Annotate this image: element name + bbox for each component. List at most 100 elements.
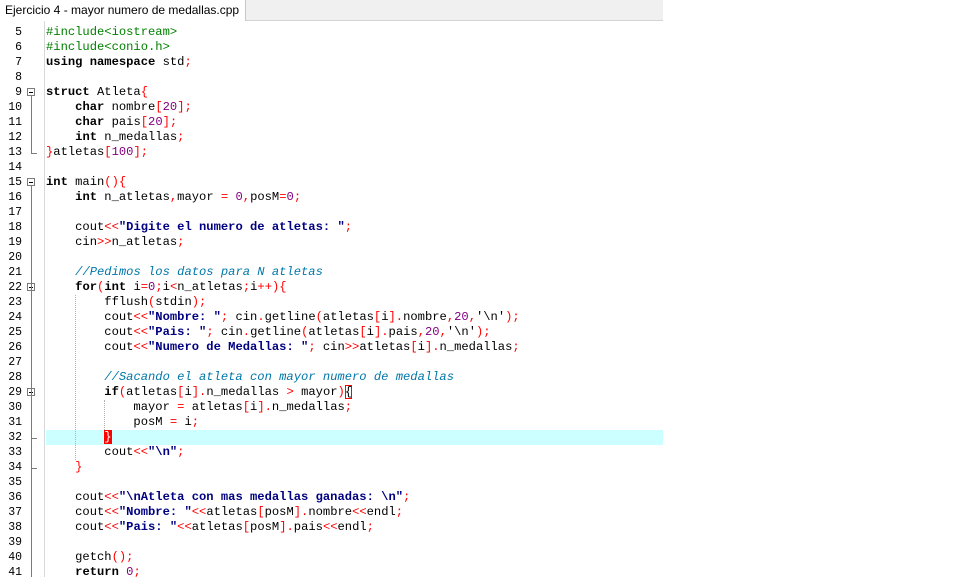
code-line[interactable]: char pais[20]; [46,115,663,130]
line-number: 37 [8,506,22,519]
code-line[interactable]: #include<conio.h> [46,40,663,55]
gutter-line: 13 [0,145,44,160]
code-line[interactable]: cout<<"Nombre: "<<atletas[posM].nombre<<… [46,505,663,520]
code-token: } [104,430,112,444]
code-line[interactable]: using namespace std; [46,55,663,70]
code-token: << [133,325,149,339]
code-line[interactable]: }atletas[100]; [46,145,663,160]
code-token: #include<conio.h> [46,40,170,54]
gutter-line: 14 [0,160,44,175]
code-token: int [75,130,98,144]
code-line[interactable] [46,70,663,85]
code-token: [ [155,100,163,114]
code-line[interactable]: int main(){ [46,175,663,190]
code-line[interactable] [46,355,663,370]
code-line[interactable]: mayor = atletas[i].n_medallas; [46,400,663,415]
code-token: , [439,325,447,339]
code-token: Atleta [89,85,141,99]
code-line[interactable] [46,250,663,265]
code-line-current[interactable]: } [46,430,663,445]
line-number: 38 [8,521,22,534]
code-editor[interactable]: Ejercicio 4 - mayor numero de medallas.c… [0,0,663,580]
code-line[interactable]: posM = i; [46,415,663,430]
gutter-line: 19 [0,235,44,250]
code-line[interactable]: getch(); [46,550,663,565]
gutter-line: 25 [0,325,44,340]
code-line[interactable]: } [46,460,663,475]
code-token: { [344,385,353,399]
code-token: n_medallas [206,385,287,399]
code-token: ]. [424,340,440,354]
code-token: << [133,310,149,324]
code-line[interactable] [46,160,663,175]
line-number: 28 [8,371,22,384]
code-line[interactable]: struct Atleta{ [46,85,663,100]
code-line[interactable] [46,535,663,550]
line-number: 7 [15,56,22,69]
code-area[interactable]: #include<iostream> #include<conio.h> using… [46,21,663,580]
gutter-line: 35 [0,475,44,490]
code-line[interactable]: cout<<"Pais: "; cin.getline(atletas[i].p… [46,325,663,340]
code-line[interactable] [46,205,663,220]
code-token: using namespace [46,55,156,69]
fold-toggle-icon[interactable] [27,88,35,96]
code-line[interactable]: cout<<"Pais: "<<atletas[posM].pais<<endl… [46,520,663,535]
line-number: 8 [15,71,22,84]
code-token: posM [46,415,170,429]
gutter-line: 28 [0,370,44,385]
code-token: ]. [257,400,272,414]
code-token: ]. [388,310,404,324]
code-line[interactable]: int n_medallas; [46,130,663,145]
gutter-line: 38 [0,520,44,535]
code-token: = [140,280,149,294]
fold-end-marker [31,468,37,469]
line-number: 40 [8,551,22,564]
code-token: . [257,310,265,324]
code-line[interactable]: //Sacando el atleta con mayor numero de … [46,370,663,385]
code-line[interactable]: for(int i=0;i<n_atletas;i++){ [46,280,663,295]
line-number: 23 [8,296,22,309]
code-token: ; [366,520,374,534]
code-line[interactable]: #include<iostream> [46,25,663,40]
code-token: int [75,190,98,204]
gutter-line: 27 [0,355,44,370]
code-token: char [75,115,105,129]
code-token: 20 [162,100,178,114]
gutter-line: 23 [0,295,44,310]
code-token: ; [184,55,192,69]
code-line[interactable] [46,475,663,490]
tab-file[interactable]: Ejercicio 4 - mayor numero de medallas.c… [0,0,247,21]
code-line[interactable]: cin>>n_atletas; [46,235,663,250]
code-token: [ [140,115,149,129]
gutter-line: 37 [0,505,44,520]
gutter-line: 40 [0,550,44,565]
fold-toggle-icon[interactable] [27,178,35,186]
code-token: i [381,310,389,324]
code-line[interactable]: cout<<"Nombre: "; cin.getline(atletas[i]… [46,310,663,325]
code-token: nombre [104,100,156,114]
line-number: 35 [8,476,22,489]
line-number: 33 [8,446,22,459]
gutter-line: 16 [0,190,44,205]
gutter-line: 22 [0,280,44,295]
code-line[interactable]: if(atletas[i].n_medallas > mayor){ [46,385,663,400]
line-number: 18 [8,221,22,234]
code-token: pais [293,520,323,534]
code-token: atletas [191,520,243,534]
code-token: n_atletas [177,280,243,294]
line-number: 34 [8,461,22,474]
code-token: = [279,190,287,204]
fold-end-marker [31,153,37,154]
code-line[interactable]: //Pedimos los datos para N atletas [46,265,663,280]
code-line[interactable]: return 0; [46,565,663,580]
line-number: 25 [8,326,22,339]
code-line[interactable]: cout<<"Numero de Medallas: "; cin>>atlet… [46,340,663,355]
code-line[interactable]: int n_atletas,mayor = 0,posM=0; [46,190,663,205]
code-line[interactable]: cout<<"\nAtleta con mas medallas ganadas… [46,490,663,505]
code-token: cout [46,325,134,339]
code-line[interactable]: cout<<"Digite el numero de atletas: "; [46,220,663,235]
code-line[interactable]: char nombre[20]; [46,100,663,115]
code-line[interactable]: fflush(stdin); [46,295,663,310]
code-line[interactable]: cout<<"\n"; [46,445,663,460]
code-token: std [155,55,185,69]
